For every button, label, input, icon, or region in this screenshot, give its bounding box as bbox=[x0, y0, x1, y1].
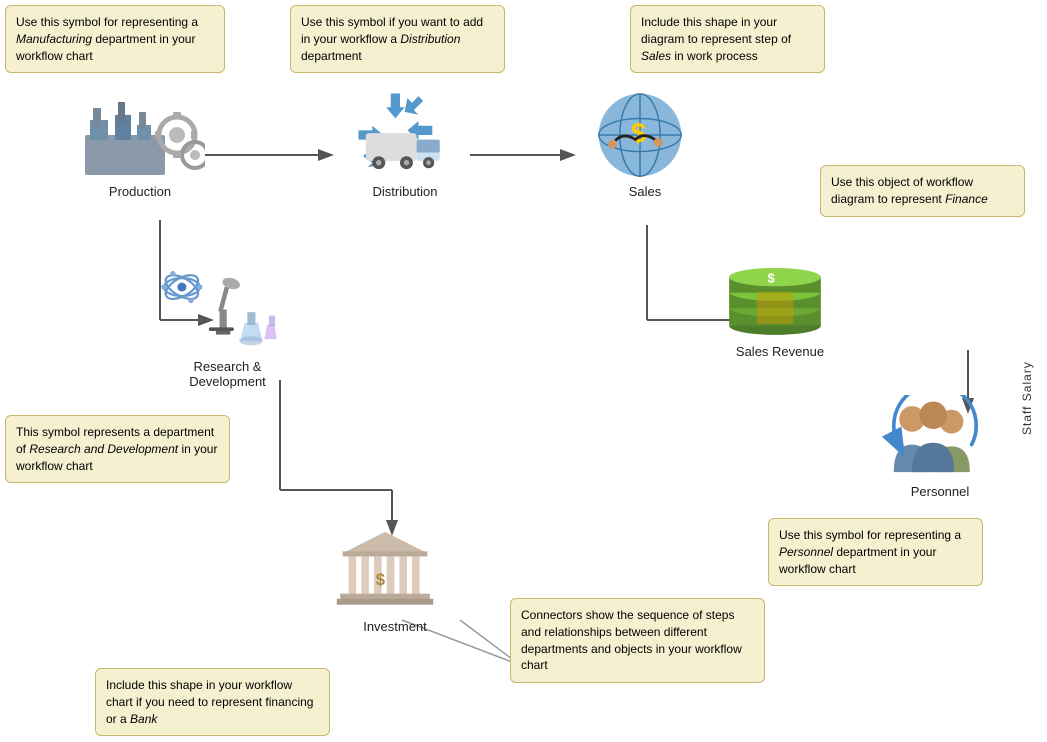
sales-label: Sales bbox=[585, 184, 705, 199]
research-label: Research & Development bbox=[155, 359, 300, 389]
callout-research: This symbol represents a department of R… bbox=[5, 415, 230, 483]
personnel-label: Personnel bbox=[880, 484, 1000, 499]
research-icon bbox=[155, 255, 285, 355]
personnel-node: Personnel bbox=[880, 400, 1000, 499]
callout-sales: Include this shape in your diagram to re… bbox=[630, 5, 825, 73]
sales-revenue-node: $ Sales Revenue bbox=[720, 260, 840, 359]
sales-icon: $ bbox=[585, 90, 695, 180]
research-node: Research & Development bbox=[155, 255, 300, 389]
callout-personnel: Use this symbol for representing a Perso… bbox=[768, 518, 983, 586]
distribution-icon bbox=[340, 90, 460, 180]
sales-revenue-icon: $ bbox=[720, 260, 830, 340]
distribution-node: Distribution bbox=[340, 90, 470, 199]
staff-salary-label: Staff Salary bbox=[1020, 315, 1034, 435]
production-node: Production bbox=[75, 90, 205, 199]
svg-text:$: $ bbox=[631, 117, 646, 148]
personnel-icon bbox=[880, 400, 990, 480]
production-icon bbox=[75, 90, 205, 180]
sales-node: $ Sales bbox=[585, 90, 705, 199]
callout-distribution: Use this symbol if you want to add in yo… bbox=[290, 5, 505, 73]
callout-bank: Include this shape in your workflow char… bbox=[95, 668, 330, 736]
investment-icon: $ bbox=[330, 525, 440, 615]
distribution-label: Distribution bbox=[340, 184, 470, 199]
svg-text:$: $ bbox=[376, 570, 386, 589]
callout-finance: Use this object of workflow diagram to r… bbox=[820, 165, 1025, 217]
callout-manufacturing: Use this symbol for representing a Manuf… bbox=[5, 5, 225, 73]
callout-connectors: Connectors show the sequence of steps an… bbox=[510, 598, 765, 683]
investment-node: $ Investment bbox=[330, 525, 460, 634]
investment-label: Investment bbox=[330, 619, 460, 634]
svg-text:$: $ bbox=[768, 270, 775, 285]
production-label: Production bbox=[75, 184, 205, 199]
sales-revenue-label: Sales Revenue bbox=[720, 344, 840, 359]
